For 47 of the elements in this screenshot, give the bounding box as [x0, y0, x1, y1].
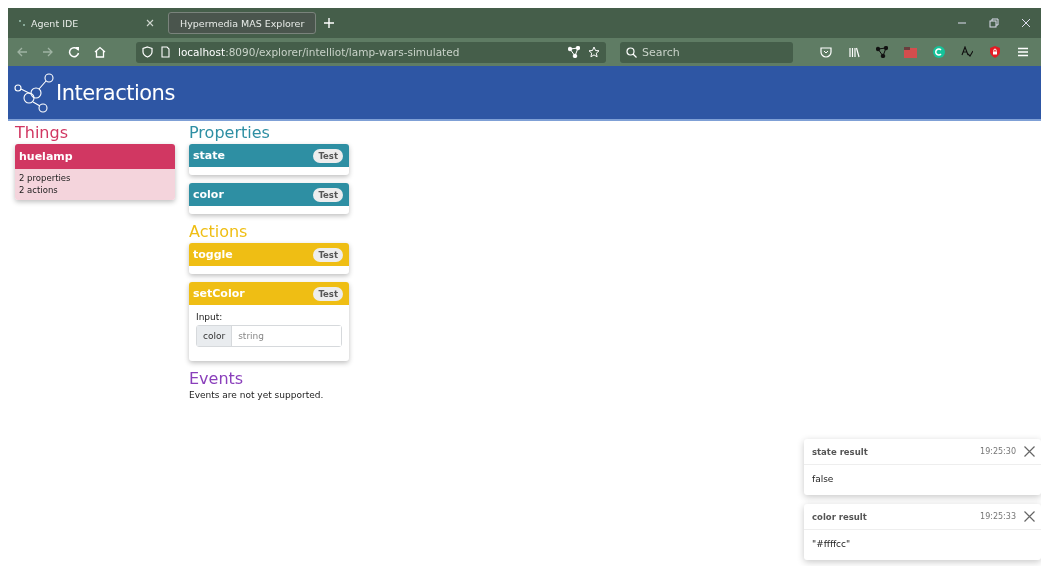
star-icon[interactable] — [588, 46, 600, 58]
test-button[interactable]: Test — [313, 187, 343, 202]
search-field[interactable]: Search — [620, 41, 793, 63]
interaction-name: state — [193, 149, 226, 162]
toast-time: 19:25:33 — [980, 512, 1016, 521]
shield-icon — [142, 46, 153, 58]
address-bar[interactable]: localhost:8090/explorer/intelliot/lamp-wars-simulated — [136, 41, 606, 63]
info-text: Events are not yet supported. — [189, 390, 325, 400]
test-button[interactable]: Test — [313, 247, 343, 262]
test-button[interactable]: Test — [313, 286, 343, 301]
app-title: Interactions — [56, 80, 175, 105]
section-heading: Events — [189, 369, 245, 389]
menu-icon[interactable] — [1017, 46, 1029, 58]
lock-shield-icon[interactable] — [989, 46, 1001, 58]
thing-name: huelamp — [15, 144, 175, 169]
thing-summary: 2 actions — [19, 185, 59, 195]
section-heading: Properties — [189, 123, 271, 143]
restore-icon[interactable] — [989, 18, 999, 28]
input-field[interactable]: color string — [196, 325, 342, 347]
circle-letter-icon[interactable] — [933, 46, 945, 58]
input-label: Input: — [196, 312, 224, 322]
toast-title: state result — [812, 446, 869, 457]
interaction-name: color — [193, 188, 225, 201]
browser-tab[interactable]: Agent IDE — [12, 12, 160, 34]
toast-time: 19:25:30 — [980, 447, 1016, 456]
browser-tab[interactable]: Hypermedia MAS Explorer — [168, 12, 316, 34]
library-icon[interactable] — [848, 46, 860, 58]
new-tab-icon[interactable] — [324, 18, 334, 28]
close-icon[interactable] — [1024, 511, 1035, 522]
interaction-name: setColor — [193, 287, 246, 300]
logo-icon — [14, 72, 54, 113]
search-icon — [626, 46, 637, 58]
share-nodes-icon[interactable] — [876, 46, 888, 58]
interaction-name: toggle — [193, 248, 234, 261]
close-icon[interactable] — [1024, 446, 1035, 457]
toast-value: false — [811, 473, 835, 486]
thing-summary: 2 properties — [19, 173, 72, 183]
reload-icon[interactable] — [68, 46, 80, 58]
test-button[interactable]: Test — [313, 148, 343, 163]
section-heading: Actions — [189, 222, 249, 242]
home-icon[interactable] — [94, 46, 106, 58]
parameter-label: color — [197, 326, 233, 346]
spell-check-icon[interactable] — [961, 46, 973, 58]
toast-title: color result — [812, 511, 868, 522]
toast-value: "#ffffcc" — [811, 538, 852, 551]
section-heading: Things — [15, 123, 69, 143]
pocket-icon[interactable] — [820, 46, 832, 58]
